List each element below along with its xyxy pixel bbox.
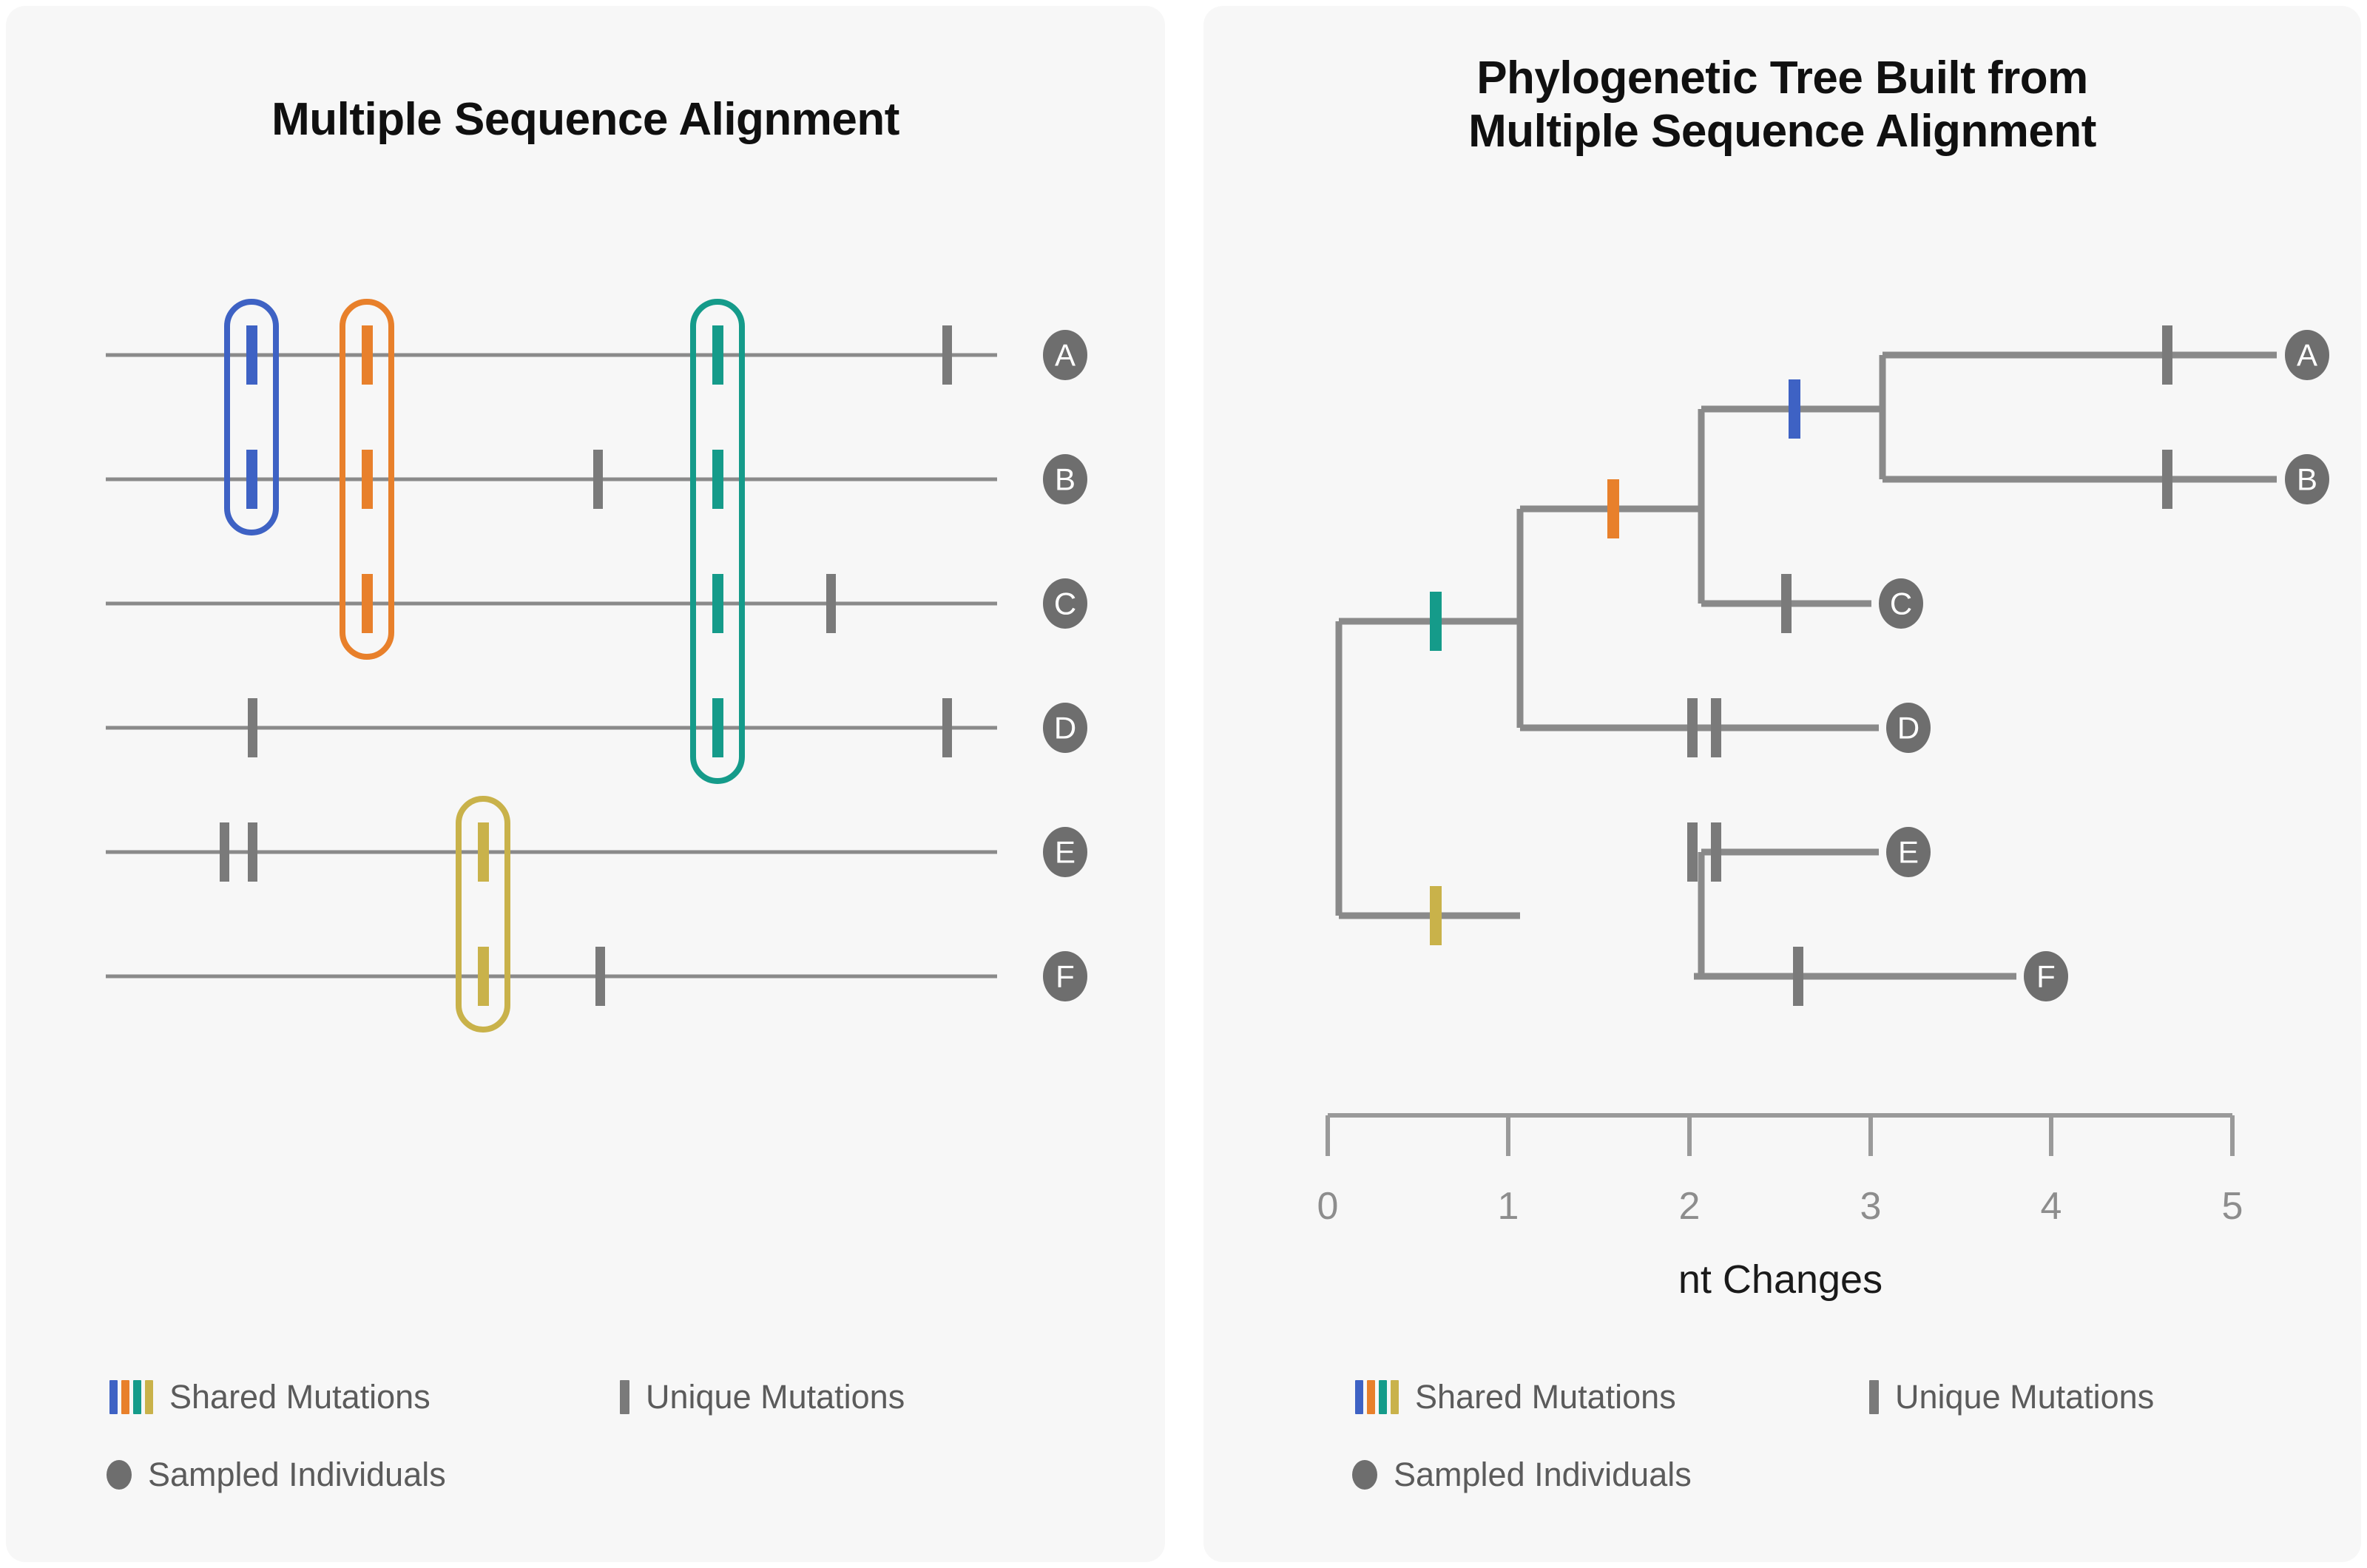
legend-label-sampled: Sampled Individuals bbox=[1394, 1456, 1692, 1493]
mutation-tick-unique bbox=[942, 325, 952, 385]
phylogenetic-tree-figure: A B C D E F 0 1 2 3 4 5 nt Changes bbox=[1317, 325, 2329, 1302]
mutation-ticks bbox=[220, 325, 952, 1006]
mutation-tick-unique bbox=[1793, 947, 1803, 1006]
tree-tip-label: A bbox=[2297, 338, 2317, 373]
sample-node-label: D bbox=[1054, 711, 1076, 746]
axis-tick-label: 2 bbox=[1679, 1185, 1701, 1228]
axis-tick-label: 0 bbox=[1317, 1185, 1339, 1228]
mutation-tick-unique bbox=[248, 822, 257, 882]
mutation-tick-unique bbox=[1687, 698, 1698, 757]
mutation-tick-unique bbox=[220, 822, 229, 882]
mutation-tick-unique bbox=[593, 450, 603, 509]
sample-node-d[interactable]: D bbox=[1043, 703, 1087, 753]
tree-tip-d[interactable]: D bbox=[1886, 703, 1931, 753]
mutation-tick-shared bbox=[712, 450, 723, 509]
sample-node-label: C bbox=[1054, 587, 1076, 621]
legend-unique-left: Unique Mutations bbox=[620, 1378, 905, 1416]
panel-multiple-sequence-alignment: Multiple Sequence Alignment A B C D E F … bbox=[6, 6, 1165, 1562]
shared-mutation-capsules bbox=[224, 299, 745, 1033]
legend-label-sampled: Sampled Individuals bbox=[148, 1456, 446, 1493]
tree-tip-b[interactable]: B bbox=[2285, 454, 2329, 504]
mutation-tick-shared bbox=[712, 325, 723, 385]
sample-nodes: A B C D E F bbox=[1043, 330, 1087, 1001]
legend-sampled-left: Sampled Individuals bbox=[107, 1456, 446, 1494]
sample-node-label: A bbox=[1055, 338, 1076, 373]
mutation-tick-shared bbox=[478, 822, 489, 882]
sample-node-c[interactable]: C bbox=[1043, 578, 1087, 629]
axis-title-nt-changes: nt Changes bbox=[1678, 1257, 1883, 1302]
sample-node-f[interactable]: F bbox=[1043, 951, 1087, 1001]
sequence-baselines bbox=[106, 353, 997, 979]
sample-node-e[interactable]: E bbox=[1043, 827, 1087, 877]
axis-tick-label: 1 bbox=[1498, 1185, 1519, 1228]
mutation-tick-unique bbox=[1781, 574, 1792, 633]
legend-label-shared: Shared Mutations bbox=[169, 1378, 430, 1416]
mutation-tick-unique bbox=[942, 698, 952, 757]
mutation-tick-unique bbox=[2162, 450, 2172, 509]
axis-tick-label: 4 bbox=[2041, 1185, 2062, 1228]
mutation-tick-shared bbox=[1430, 886, 1442, 945]
mutation-tick-shared bbox=[246, 325, 257, 385]
shared-mutations-swatch bbox=[109, 1380, 153, 1414]
tree-tip-e[interactable]: E bbox=[1886, 827, 1931, 877]
tree-tip-label: C bbox=[1890, 587, 1912, 621]
mutation-tick-shared bbox=[246, 450, 257, 509]
mutation-tick-shared bbox=[1430, 592, 1442, 651]
legend-label-unique: Unique Mutations bbox=[646, 1378, 905, 1416]
legend-sampled-right: Sampled Individuals bbox=[1352, 1456, 1692, 1494]
mutation-tick-unique bbox=[595, 947, 605, 1006]
legend-shared-right: Shared Mutations bbox=[1355, 1378, 1676, 1416]
mutation-tick-unique bbox=[2162, 325, 2172, 385]
sample-node-label: F bbox=[1056, 959, 1075, 994]
tree-tip-f[interactable]: F bbox=[2024, 951, 2068, 1001]
mutation-tick-shared bbox=[1789, 379, 1800, 439]
mutation-tick-unique bbox=[1687, 822, 1698, 882]
tree-x-axis-tick-labels: 0 1 2 3 4 5 bbox=[1317, 1185, 2243, 1228]
mutation-tick-shared bbox=[362, 325, 373, 385]
sample-node-b[interactable]: B bbox=[1043, 454, 1087, 504]
tree-tip-nodes: A B C D E F bbox=[1879, 330, 2329, 1001]
legend-label-unique: Unique Mutations bbox=[1895, 1378, 2155, 1416]
legend-unique-right: Unique Mutations bbox=[1869, 1378, 2154, 1416]
mutation-tick-shared bbox=[712, 698, 723, 757]
alignment-figure: A B C D E F bbox=[106, 299, 1087, 1033]
mutation-tick-shared bbox=[478, 947, 489, 1006]
tree-tip-label: F bbox=[2036, 959, 2056, 994]
mutation-tick-shared bbox=[1607, 479, 1619, 538]
legend-shared-left: Shared Mutations bbox=[109, 1378, 430, 1416]
tree-branches bbox=[1335, 351, 2277, 980]
tree-tip-c[interactable]: C bbox=[1879, 578, 1923, 629]
mutation-tick-unique bbox=[826, 574, 836, 633]
diagram-canvas: Multiple Sequence Alignment A B C D E F … bbox=[0, 0, 2367, 1568]
mutation-tick-shared bbox=[362, 574, 373, 633]
mutation-tick-unique bbox=[1711, 822, 1721, 882]
mutation-tick-shared bbox=[362, 450, 373, 509]
tree-tip-a[interactable]: A bbox=[2285, 330, 2329, 380]
tree-tip-label: D bbox=[1897, 711, 1919, 746]
mutation-tick-shared bbox=[712, 574, 723, 633]
axis-tick-label: 3 bbox=[1860, 1185, 1882, 1228]
sample-node-label: B bbox=[1055, 462, 1076, 497]
legend-label-shared: Shared Mutations bbox=[1415, 1378, 1676, 1416]
sample-node-label: E bbox=[1055, 835, 1076, 870]
axis-tick-label: 5 bbox=[2222, 1185, 2243, 1228]
sample-node-a[interactable]: A bbox=[1043, 330, 1087, 380]
mutation-tick-unique bbox=[248, 698, 257, 757]
tree-tip-label: B bbox=[2297, 462, 2317, 497]
unique-mutations-swatch bbox=[620, 1380, 629, 1414]
sampled-individuals-swatch bbox=[1352, 1460, 1377, 1490]
unique-mutations-swatch bbox=[1869, 1380, 1879, 1414]
mutation-tick-unique bbox=[1711, 698, 1721, 757]
tree-mutation-ticks bbox=[1430, 325, 2172, 1006]
sampled-individuals-swatch bbox=[107, 1460, 132, 1490]
panel-phylogenetic-tree: Phylogenetic Tree Built from Multiple Se… bbox=[1203, 6, 2361, 1562]
tree-tip-label: E bbox=[1898, 835, 1919, 870]
tree-x-axis bbox=[1326, 1113, 2235, 1156]
shared-mutations-swatch bbox=[1355, 1380, 1399, 1414]
